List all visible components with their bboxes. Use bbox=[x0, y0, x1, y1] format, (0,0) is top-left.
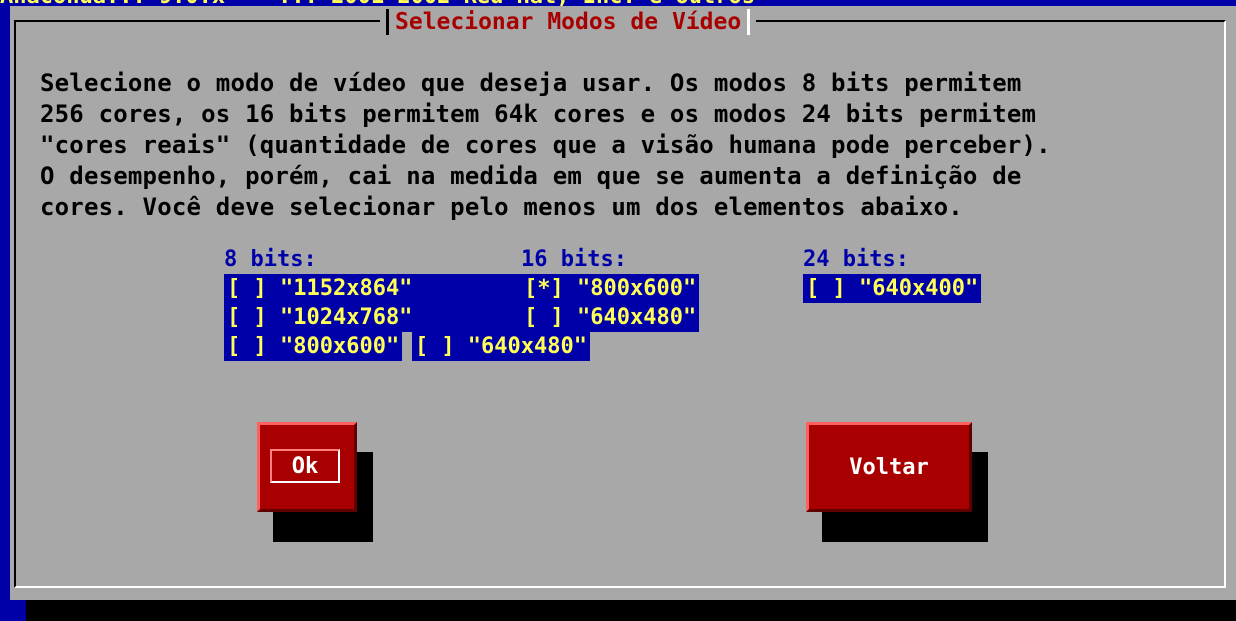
description-line: O desempenho, porém, cai na medida em qu… bbox=[40, 162, 1022, 190]
option-16bit-640x480[interactable]: [ ] "640x480" bbox=[521, 303, 700, 332]
back-button-label: Voltar bbox=[849, 454, 929, 480]
option-8bit-640x480[interactable]: [ ] "640x480" bbox=[411, 332, 591, 361]
ok-button[interactable]: Ok bbox=[257, 422, 357, 512]
option-8bit-800x600[interactable]: [ ] "800x600" bbox=[224, 332, 403, 361]
dialog-title: Selecionar Modos de Vídeo bbox=[395, 9, 742, 35]
description-line: "cores reais" (quantidade de cores que a… bbox=[40, 131, 1051, 159]
option-list-16-bits: [*] "800x600" [ ] "640x480" bbox=[521, 274, 700, 332]
option-16bit-800x600[interactable]: [*] "800x600" bbox=[521, 274, 700, 303]
option-24bit-640x400[interactable]: [ ] "640x400" bbox=[803, 274, 982, 303]
description-text: Selecione o modo de vídeo que deseja usa… bbox=[40, 68, 1220, 223]
dialog-window: Selecionar Modos de Vídeo Selecione o mo… bbox=[10, 6, 1236, 600]
description-line: Selecione o modo de vídeo que deseja usa… bbox=[40, 69, 1022, 97]
group-24-bits: 24 bits: [ ] "640x400" bbox=[803, 246, 982, 303]
back-button[interactable]: Voltar bbox=[806, 422, 972, 512]
title-right-bracket bbox=[747, 9, 751, 35]
dialog-shadow bbox=[26, 600, 1236, 621]
description-line: 256 cores, os 16 bits permitem 64k cores… bbox=[40, 100, 1037, 128]
ok-button-label: Ok bbox=[270, 449, 340, 483]
group-16-bits: 16 bits: [*] "800x600" [ ] "640x480" bbox=[521, 246, 700, 332]
dialog-title-bar: Selecionar Modos de Vídeo bbox=[380, 8, 757, 36]
group-header-24-bits: 24 bits: bbox=[803, 247, 909, 272]
screen: Anaconda... 9.0.x ... 2001-2002 Red Hat,… bbox=[0, 0, 1236, 621]
option-list-24-bits: [ ] "640x400" bbox=[803, 274, 982, 303]
description-line: cores. Você deve selecionar pelo menos u… bbox=[40, 193, 963, 221]
title-left-bracket bbox=[386, 9, 389, 35]
group-header-16-bits: 16 bits: bbox=[521, 247, 627, 272]
